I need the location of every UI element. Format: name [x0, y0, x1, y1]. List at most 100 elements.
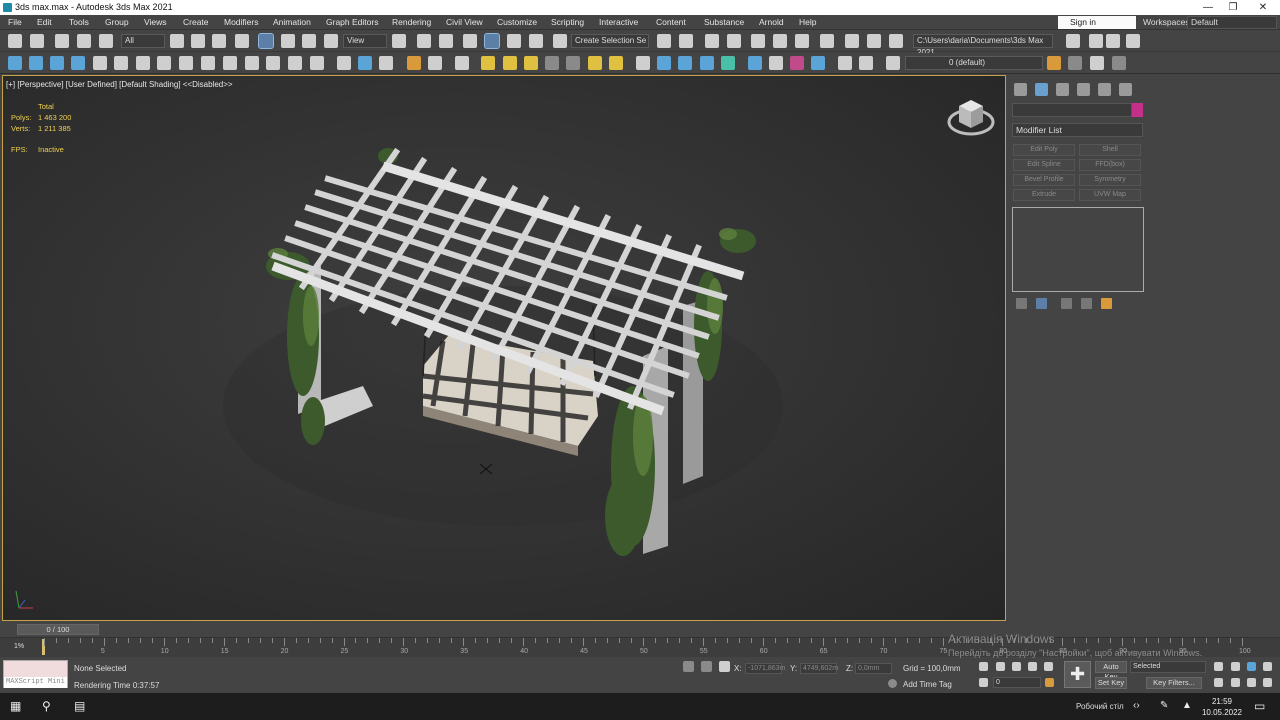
- maxscript-input[interactable]: MAXScript Mini: [4, 677, 67, 688]
- menu-create[interactable]: Create: [183, 17, 209, 27]
- menu-rendering[interactable]: Rendering: [392, 17, 431, 27]
- rect-selection-region-icon[interactable]: [212, 34, 226, 48]
- cone-icon[interactable]: [566, 56, 580, 70]
- keyboard-shortcut-override-icon[interactable]: [439, 34, 453, 48]
- modifier-button-edit-poly[interactable]: Edit Poly: [1013, 144, 1075, 156]
- arnold-proxy-icon[interactable]: [179, 56, 193, 70]
- pin-stack-icon[interactable]: [1016, 298, 1027, 309]
- zoom-extents-all-icon[interactable]: [1263, 662, 1272, 671]
- add-to-layer-icon[interactable]: [1047, 56, 1061, 70]
- time-config-icon[interactable]: [1045, 678, 1054, 687]
- pen-icon[interactable]: ✎: [1160, 700, 1168, 712]
- perspective-viewport[interactable]: [+] [Perspective] [User Defined] [Defaul…: [2, 75, 1006, 621]
- menu-edit[interactable]: Edit: [37, 17, 52, 27]
- cylinder-icon[interactable]: [545, 56, 559, 70]
- menu-group[interactable]: Group: [105, 17, 129, 27]
- select-object-icon[interactable]: [170, 34, 184, 48]
- object-color-swatch[interactable]: [1132, 103, 1143, 117]
- task-view-icon[interactable]: ▤: [74, 700, 85, 712]
- torus-icon[interactable]: [609, 56, 623, 70]
- fluid-icon[interactable]: [657, 56, 671, 70]
- project-create-icon[interactable]: [1126, 34, 1140, 48]
- light-lister-icon[interactable]: [407, 56, 421, 70]
- arnold-mtl-icon[interactable]: [201, 56, 215, 70]
- zoom-all-icon[interactable]: [1231, 662, 1240, 671]
- next-frame-icon[interactable]: [1028, 662, 1037, 671]
- open-folder-icon[interactable]: [1089, 34, 1103, 48]
- make-unique-icon[interactable]: [1061, 298, 1072, 309]
- swap-icon[interactable]: [288, 56, 302, 70]
- key-mode-dropdown[interactable]: Selected: [1130, 661, 1206, 673]
- texture-icon[interactable]: [811, 56, 825, 70]
- pan-view-icon[interactable]: [1231, 678, 1240, 687]
- menu-help[interactable]: Help: [799, 17, 816, 27]
- layer-select-icon[interactable]: [1068, 56, 1082, 70]
- object-name-field[interactable]: [1012, 103, 1132, 117]
- project-path-dropdown[interactable]: C:\Users\daria\Documents\3ds Max 2021: [913, 34, 1053, 57]
- pivot-center-icon[interactable]: [392, 34, 406, 48]
- scatter-icon[interactable]: [636, 56, 650, 70]
- absolute-mode-icon[interactable]: [719, 661, 730, 672]
- key-mode-icon[interactable]: [979, 678, 988, 687]
- camera-icon[interactable]: [50, 56, 64, 70]
- spinner-snap-icon[interactable]: [529, 34, 543, 48]
- remove-modifier-icon[interactable]: [1081, 298, 1092, 309]
- menu-customize[interactable]: Customize: [497, 17, 537, 27]
- tool-b-icon[interactable]: [358, 56, 372, 70]
- hierarchy-tab-icon[interactable]: [1056, 83, 1069, 96]
- render-setup-icon[interactable]: [845, 34, 859, 48]
- zoom-icon[interactable]: [1214, 662, 1223, 671]
- search-icon[interactable]: ⚲: [42, 700, 51, 712]
- modifier-button-ffd-box[interactable]: FFD(box): [1079, 159, 1141, 171]
- file-icon[interactable]: [838, 56, 852, 70]
- time-tag-icon[interactable]: [888, 679, 897, 688]
- modifier-list-dropdown[interactable]: Modifier List: [1012, 123, 1143, 137]
- menu-scripting[interactable]: Scripting: [551, 17, 584, 27]
- menu-content[interactable]: Content: [656, 17, 686, 27]
- named-selection-dropdown[interactable]: Create Selection Se: [571, 34, 649, 48]
- light-icon[interactable]: [8, 56, 22, 70]
- create-tab-icon[interactable]: [1014, 83, 1027, 96]
- edit-named-selection-icon[interactable]: [553, 34, 567, 48]
- rendered-frame-window-icon[interactable]: [867, 34, 881, 48]
- layer-manager-icon[interactable]: [886, 56, 900, 70]
- modifier-button-edit-spline[interactable]: Edit Spline: [1013, 159, 1075, 171]
- placement-icon[interactable]: [324, 34, 338, 48]
- current-frame-field[interactable]: 0: [993, 677, 1041, 688]
- help-icon[interactable]: [859, 56, 873, 70]
- bulb-icon[interactable]: [310, 56, 324, 70]
- modifier-button-uvw-map[interactable]: UVW Map: [1079, 189, 1141, 201]
- percent-snap-icon[interactable]: [507, 34, 521, 48]
- vehicle-icon[interactable]: [455, 56, 469, 70]
- toggle-ribbon-icon[interactable]: [751, 34, 765, 48]
- network-icon[interactable]: ▲: [1182, 700, 1192, 712]
- arnold-volume-icon[interactable]: [157, 56, 171, 70]
- configure-modifier-sets-icon[interactable]: [1101, 298, 1112, 309]
- zoom-extents-icon[interactable]: [1247, 662, 1256, 671]
- align-icon[interactable]: [679, 34, 693, 48]
- previous-frame-icon[interactable]: [996, 662, 1005, 671]
- water-icon[interactable]: [700, 56, 714, 70]
- undo-icon[interactable]: [8, 34, 22, 48]
- arnold-standin-icon[interactable]: [136, 56, 150, 70]
- physical-camera-icon[interactable]: [71, 56, 85, 70]
- rotate-icon[interactable]: [281, 34, 295, 48]
- set-key-button[interactable]: Set Key: [1095, 677, 1127, 689]
- project-folder-icon[interactable]: [1066, 34, 1080, 48]
- selection-filter-dropdown[interactable]: All: [121, 34, 165, 48]
- close-icon[interactable]: ✕: [1255, 1, 1271, 14]
- y-coord-field[interactable]: 4749,602m: [800, 663, 838, 674]
- field-of-view-icon[interactable]: [1214, 678, 1223, 687]
- move-icon[interactable]: [258, 33, 274, 49]
- menu-interactive[interactable]: Interactive: [599, 17, 638, 27]
- menu-file[interactable]: File: [8, 17, 22, 27]
- menu-graph-editors[interactable]: Graph Editors: [326, 17, 378, 27]
- layer-dropdown[interactable]: 0 (default): [905, 56, 1043, 70]
- modifier-button-shell[interactable]: Shell: [1079, 144, 1141, 156]
- menu-civil-view[interactable]: Civil View: [446, 17, 483, 27]
- view-cube[interactable]: [947, 100, 995, 136]
- modifier-stack[interactable]: [1012, 207, 1144, 292]
- sign-in-button[interactable]: Sign in: [1058, 16, 1136, 29]
- orbit-icon[interactable]: [1247, 678, 1256, 687]
- rollout-icon[interactable]: [428, 56, 442, 70]
